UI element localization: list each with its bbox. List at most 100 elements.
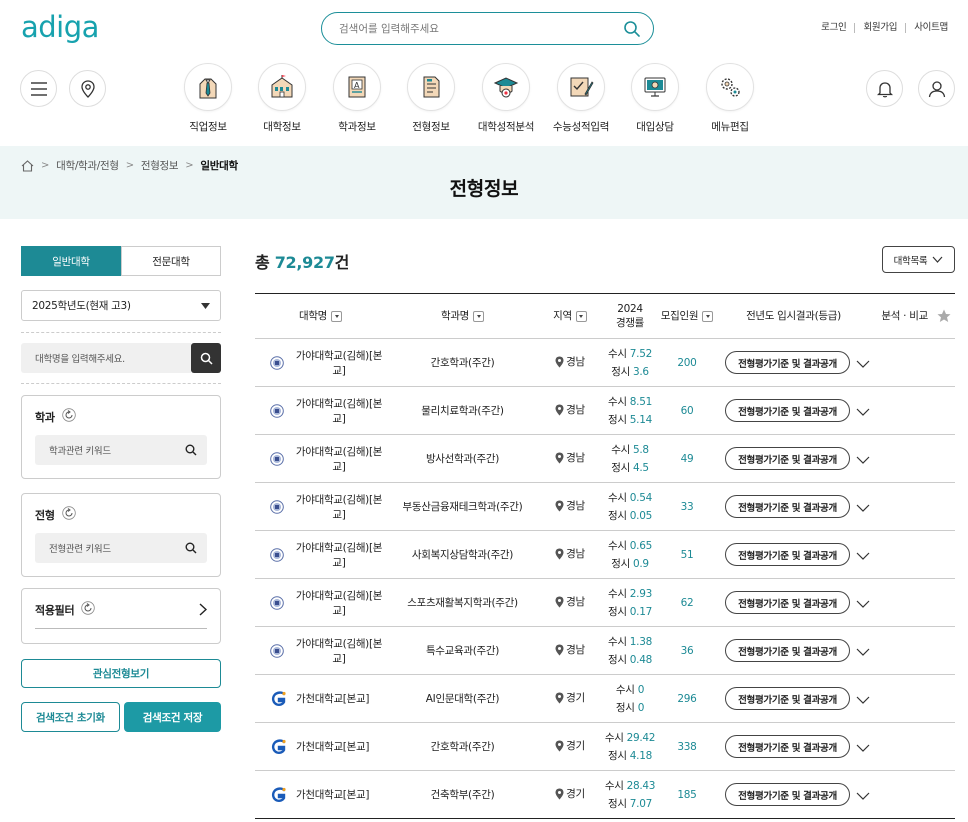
- cell-analysis: [872, 386, 955, 435]
- menu-consulting[interactable]: 대입상담: [619, 63, 691, 134]
- cell-major[interactable]: 건축학부(주간): [386, 770, 539, 819]
- view-result-button[interactable]: 전형평가기준 및 결과공개: [725, 351, 850, 374]
- chevron-down-icon[interactable]: [856, 360, 870, 368]
- university-list-button[interactable]: 대학목록: [882, 246, 955, 273]
- search-input[interactable]: [339, 22, 609, 35]
- cell-university[interactable]: 가천대학교[본교]: [255, 722, 386, 771]
- login-link[interactable]: 로그인: [813, 23, 854, 33]
- cell-university[interactable]: 가야대학교(김해)[본교]: [255, 482, 386, 531]
- menu-job-info[interactable]: 직업정보: [172, 63, 244, 134]
- cell-major[interactable]: 스포츠재활복지학과(주간): [386, 578, 539, 627]
- chevron-down-icon[interactable]: [856, 600, 870, 608]
- col-major[interactable]: 학과명: [386, 293, 539, 339]
- cell-university[interactable]: 가야대학교(김해)[본교]: [255, 626, 386, 675]
- view-result-button[interactable]: 전형평가기준 및 결과공개: [725, 495, 850, 518]
- year-select[interactable]: 2025학년도(현재 고3): [21, 290, 221, 321]
- col-university[interactable]: 대학명: [255, 293, 386, 339]
- chevron-down-icon[interactable]: [856, 552, 870, 560]
- chevron-down-icon[interactable]: [856, 792, 870, 800]
- cell-major[interactable]: 물리치료학과(주간): [386, 386, 539, 435]
- table-row[interactable]: 가야대학교(김해)[본교] 물리치료학과(주간) 경남 수시 8.51 정시 5.14 6…: [255, 386, 955, 435]
- cell-university[interactable]: 가야대학교(김해)[본교]: [255, 386, 386, 435]
- home-icon[interactable]: [21, 159, 34, 172]
- refresh-icon[interactable]: [81, 601, 95, 618]
- tab-junior-college[interactable]: 전문대학: [121, 246, 221, 276]
- view-interest-admissions-button[interactable]: 관심전형보기: [21, 659, 221, 688]
- cell-major[interactable]: 방사선학과(주간): [386, 434, 539, 483]
- menu-university-info[interactable]: 대학정보: [246, 63, 318, 134]
- cell-university[interactable]: 가천대학교[본교]: [255, 674, 386, 723]
- site-logo[interactable]: adiga: [21, 10, 99, 44]
- table-row[interactable]: 가천대학교[본교] 간호학과(주간) 경기 수시 29.42 정시 4.18 338 전형평…: [255, 722, 955, 771]
- university-search-input[interactable]: 대학명을 입력해주세요.: [21, 343, 191, 373]
- chevron-down-icon[interactable]: [856, 696, 870, 704]
- admission-keyword-input[interactable]: 전형관련 키워드: [35, 533, 207, 563]
- university-search-button[interactable]: [191, 343, 221, 373]
- menu-grade-analysis[interactable]: 대학성적분석: [470, 63, 542, 134]
- reset-search-button[interactable]: 검색조건 초기화: [21, 702, 120, 732]
- table-row[interactable]: 가야대학교(김해)[본교] 사회복지상담학과(주간) 경남 수시 0.65 정시 0.9…: [255, 530, 955, 579]
- gachon-university-logo-icon: [271, 690, 286, 706]
- cell-major[interactable]: 간호학과(주간): [386, 722, 539, 771]
- cell-major[interactable]: 특수교육과(주간): [386, 626, 539, 675]
- cell-competition: 수시 5.8 정시 4.5: [601, 434, 659, 483]
- cell-region: 경남: [539, 530, 601, 579]
- breadcrumb-item[interactable]: 전형정보: [141, 158, 179, 173]
- table-row[interactable]: 가야대학교(김해)[본교] 간호학과(주간) 경남 수시 7.52 정시 3.6 200 전…: [255, 338, 955, 387]
- major-keyword-input[interactable]: 학과관련 키워드: [35, 435, 207, 465]
- chevron-down-icon[interactable]: [856, 504, 870, 512]
- view-result-button[interactable]: 전형평가기준 및 결과공개: [725, 687, 850, 710]
- caret-down-icon: [201, 302, 210, 309]
- view-result-button[interactable]: 전형평가기준 및 결과공개: [725, 399, 850, 422]
- refresh-icon[interactable]: [61, 506, 76, 523]
- table-row[interactable]: 가천대학교[본교] 건축학부(주간) 경기 수시 28.43 정시 7.07 185 전형평…: [255, 770, 955, 819]
- cell-competition: 수시 1.38 정시 0.48: [601, 626, 659, 675]
- sitemap-link[interactable]: 사이트맵: [905, 23, 948, 33]
- chevron-down-icon[interactable]: [856, 648, 870, 656]
- cell-university[interactable]: 가천대학교[본교]: [255, 770, 386, 819]
- cell-university[interactable]: 가야대학교(김해)[본교]: [255, 434, 386, 483]
- view-result-button[interactable]: 전형평가기준 및 결과공개: [725, 447, 850, 470]
- refresh-icon[interactable]: [61, 408, 76, 425]
- cell-result: 전형평가기준 및 결과공개: [715, 482, 872, 531]
- search-box[interactable]: [321, 12, 654, 45]
- view-result-button[interactable]: 전형평가기준 및 결과공개: [725, 591, 850, 614]
- menu-edit[interactable]: 메뉴편집: [694, 63, 766, 134]
- menu-major-info[interactable]: A 학과정보: [321, 63, 393, 134]
- table-header: 대학명 학과명 지역 2024 경쟁률 모집인원 전년도 입시결과(등급) 분석 …: [255, 293, 955, 339]
- table-row[interactable]: 가야대학교(김해)[본교] 방사선학과(주간) 경남 수시 5.8 정시 4.5 49 전형…: [255, 434, 955, 483]
- view-result-button[interactable]: 전형평가기준 및 결과공개: [725, 735, 850, 758]
- chevron-down-icon[interactable]: [856, 408, 870, 416]
- table-row[interactable]: 가야대학교(김해)[본교] 부동산금융재테크학과(주간) 경남 수시 0.54 정시 0…: [255, 482, 955, 531]
- menu-admission-info[interactable]: 전형정보: [395, 63, 467, 134]
- search-icon: [185, 542, 197, 554]
- cell-university[interactable]: 가야대학교(김해)[본교]: [255, 338, 386, 387]
- table-row[interactable]: 가야대학교(김해)[본교] 특수교육과(주간) 경남 수시 1.38 정시 0.48 36…: [255, 626, 955, 675]
- cell-major[interactable]: AI인문대학(주간): [386, 674, 539, 723]
- table-row[interactable]: 가야대학교(김해)[본교] 스포츠재활복지학과(주간) 경남 수시 2.93 정시 0.…: [255, 578, 955, 627]
- menu-csat-input[interactable]: 수능성적입력: [545, 63, 617, 134]
- applied-filter-box[interactable]: 적용필터: [21, 588, 221, 644]
- breadcrumb-item[interactable]: 대학/학과/전형: [56, 158, 119, 173]
- save-search-button[interactable]: 검색조건 저장: [124, 702, 221, 732]
- view-result-button[interactable]: 전형평가기준 및 결과공개: [725, 639, 850, 662]
- signup-link[interactable]: 회원가입: [854, 23, 905, 33]
- location-button[interactable]: [69, 70, 106, 107]
- tab-general-university[interactable]: 일반대학: [21, 246, 121, 276]
- notification-button[interactable]: [866, 70, 903, 107]
- cell-major[interactable]: 간호학과(주간): [386, 338, 539, 387]
- col-recruit[interactable]: 모집인원: [659, 293, 715, 339]
- col-region[interactable]: 지역: [539, 293, 601, 339]
- hamburger-menu-button[interactable]: [20, 70, 57, 107]
- cell-major[interactable]: 사회복지상담학과(주간): [386, 530, 539, 579]
- table-row[interactable]: 가천대학교[본교] AI인문대학(주간) 경기 수시 0 정시 0 296 전형평가기준 및…: [255, 674, 955, 723]
- user-button[interactable]: [918, 70, 955, 107]
- search-icon[interactable]: [623, 20, 641, 41]
- view-result-button[interactable]: 전형평가기준 및 결과공개: [725, 543, 850, 566]
- chevron-down-icon[interactable]: [856, 456, 870, 464]
- cell-major[interactable]: 부동산금융재테크학과(주간): [386, 482, 539, 531]
- chevron-down-icon[interactable]: [856, 744, 870, 752]
- view-result-button[interactable]: 전형평가기준 및 결과공개: [725, 783, 850, 806]
- cell-university[interactable]: 가야대학교(김해)[본교]: [255, 578, 386, 627]
- cell-university[interactable]: 가야대학교(김해)[본교]: [255, 530, 386, 579]
